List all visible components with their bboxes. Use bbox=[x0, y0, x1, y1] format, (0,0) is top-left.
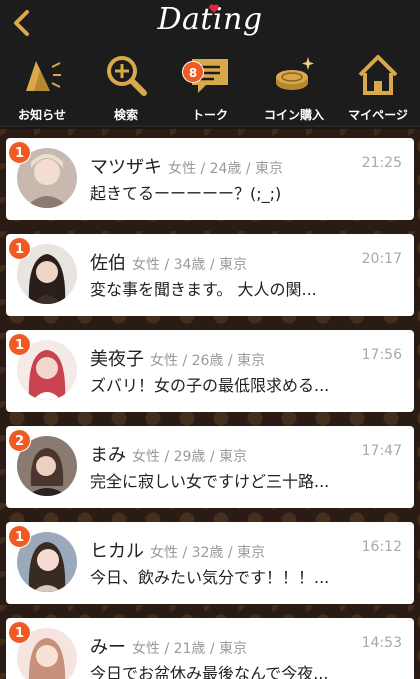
sender-name: 美夜子 bbox=[90, 349, 144, 370]
sender-name: ヒカル bbox=[90, 541, 144, 562]
nav-item-my-page[interactable]: マイページ bbox=[336, 45, 420, 127]
unread-badge: 1 bbox=[8, 525, 31, 548]
nav-label-search: 検索 bbox=[113, 108, 138, 122]
talk-row[interactable]: 1 マツザキ 女性 / 24歳 / 東京 起きてるーーーーー？(;_;) 21:2… bbox=[6, 138, 414, 220]
app-header: Dating bbox=[0, 0, 420, 45]
message-time: 17:47 bbox=[361, 443, 402, 459]
sender-meta: 女性 / 32歳 / 東京 bbox=[150, 545, 266, 561]
name-line: まみ 女性 / 29歳 / 東京 bbox=[90, 441, 247, 467]
sender-name: 佐伯 bbox=[90, 253, 126, 274]
coin-icon bbox=[276, 57, 314, 90]
sender-meta: 女性 / 34歳 / 東京 bbox=[132, 257, 248, 273]
nav-item-notices[interactable]: お知らせ bbox=[0, 45, 84, 127]
sender-meta: 女性 / 21歳 / 東京 bbox=[132, 641, 248, 657]
unread-badge: 1 bbox=[8, 333, 31, 356]
message-preview: 完全に寂しい女ですけど三十路... bbox=[90, 472, 330, 491]
sender-name: まみ bbox=[90, 445, 126, 466]
name-line: みー 女性 / 21歳 / 東京 bbox=[90, 633, 247, 659]
message-preview: 今日でお盆休み最後なんで今夜... bbox=[90, 664, 329, 679]
message-time: 21:25 bbox=[361, 155, 402, 171]
sender-meta: 女性 / 24歳 / 東京 bbox=[168, 161, 284, 177]
sender-name: マツザキ bbox=[90, 157, 162, 178]
unread-badge: 2 bbox=[8, 429, 31, 452]
nav-label-talk: トーク bbox=[191, 108, 228, 122]
talk-row[interactable]: 1 みー 女性 / 21歳 / 東京 今日でお盆休み最後なんで今夜... 14:5… bbox=[6, 618, 414, 679]
message-time: 16:12 bbox=[361, 539, 402, 555]
home-icon bbox=[358, 55, 398, 95]
nav-item-search[interactable]: 検索 bbox=[84, 45, 168, 127]
talk-row[interactable]: 1 佐伯 女性 / 34歳 / 東京 変な事を聞きます。 大人の関... 20:1… bbox=[6, 234, 414, 316]
search-icon bbox=[107, 56, 147, 96]
talk-list[interactable]: 1 マツザキ 女性 / 24歳 / 東京 起きてるーーーーー？(;_;) 21:2… bbox=[0, 129, 420, 679]
unread-badge: 1 bbox=[8, 621, 31, 644]
sender-meta: 女性 / 26歳 / 東京 bbox=[150, 353, 266, 369]
message-preview: 変な事を聞きます。 大人の関... bbox=[90, 280, 317, 299]
name-line: マツザキ 女性 / 24歳 / 東京 bbox=[90, 153, 283, 179]
heart-icon bbox=[209, 4, 219, 13]
talk-row[interactable]: 1 美夜子 女性 / 26歳 / 東京 ズバリ！女の子の最低限求める... 17:… bbox=[6, 330, 414, 412]
sender-meta: 女性 / 29歳 / 東京 bbox=[132, 449, 248, 465]
message-preview: ズバリ！女の子の最低限求める... bbox=[90, 376, 330, 395]
talk-unread-badge: 8 bbox=[182, 61, 204, 83]
name-line: 佐伯 女性 / 34歳 / 東京 bbox=[90, 249, 247, 275]
name-line: ヒカル 女性 / 32歳 / 東京 bbox=[90, 537, 265, 563]
nav-label-my-page: マイページ bbox=[348, 108, 408, 122]
main-nav: お知らせ 検索 8 トーク コイン購入 マイページ bbox=[0, 45, 420, 127]
message-time: 20:17 bbox=[361, 251, 402, 267]
nav-item-talk[interactable]: 8 トーク bbox=[168, 45, 252, 127]
talk-row[interactable]: 2 まみ 女性 / 29歳 / 東京 完全に寂しい女ですけど三十路... 17:4… bbox=[6, 426, 414, 508]
sender-name: みー bbox=[90, 637, 126, 658]
message-time: 14:53 bbox=[361, 635, 402, 651]
announcement-icon bbox=[26, 61, 61, 91]
talk-row[interactable]: 1 ヒカル 女性 / 32歳 / 東京 今日、飲みたい気分です！！！... 16:… bbox=[6, 522, 414, 604]
message-preview: 起きてるーーーーー？(;_;) bbox=[90, 184, 282, 203]
name-line: 美夜子 女性 / 26歳 / 東京 bbox=[90, 345, 265, 371]
nav-item-buy-coins[interactable]: コイン購入 bbox=[252, 45, 336, 127]
message-preview: 今日、飲みたい気分です！！！... bbox=[90, 568, 330, 587]
message-time: 17:56 bbox=[361, 347, 402, 363]
unread-badge: 1 bbox=[8, 141, 31, 164]
nav-label-buy-coins: コイン購入 bbox=[263, 108, 324, 122]
nav-label-notices: お知らせ bbox=[18, 108, 66, 122]
unread-badge: 1 bbox=[8, 237, 31, 260]
